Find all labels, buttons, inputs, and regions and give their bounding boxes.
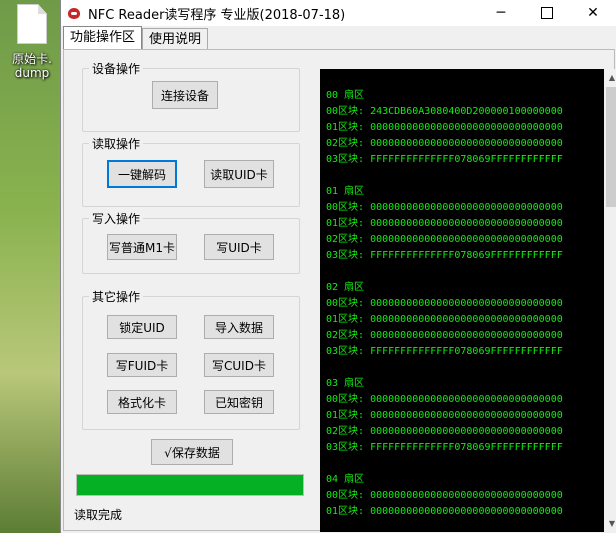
device-group: 设备操作 连接设备 [82, 60, 300, 132]
console-line: 00 扇区 [326, 90, 365, 101]
progress-bar [76, 474, 304, 496]
file-icon [17, 4, 47, 44]
tab-functions[interactable]: 功能操作区 [63, 26, 143, 51]
console-line: 03区块: FFFFFFFFFFFFFF078069FFFFFFFFFFFF [326, 250, 563, 261]
console-lines: 00 扇区 00区块: 243CDB60A3080400D200000100000… [326, 88, 608, 520]
console-line: 00区块: 00000000000000000000000000000000 [326, 394, 563, 405]
console-line: 01区块: 00000000000000000000000000000000 [326, 218, 563, 229]
console-line: 01区块: 00000000000000000000000000000000 [326, 506, 563, 517]
console-line: 02 扇区 [326, 282, 365, 293]
desktop-file-label: 原始卡. dump [12, 52, 52, 80]
device-group-title: 设备操作 [89, 60, 144, 77]
connect-device-button[interactable]: 连接设备 [152, 81, 218, 109]
scroll-down-icon[interactable]: ▼ [604, 515, 616, 532]
console-line: 01区块: 00000000000000000000000000000000 [326, 314, 563, 325]
console-line: 03区块: FFFFFFFFFFFFFF078069FFFFFFFFFFFF [326, 346, 563, 357]
console-line: 03区块: FFFFFFFFFFFFFF078069FFFFFFFFFFFF [326, 442, 563, 453]
write-group-title: 写入操作 [89, 210, 144, 227]
tab-bar: 功能操作区 使用说明 [63, 26, 209, 51]
other-group-title: 其它操作 [89, 288, 144, 305]
format-card-button[interactable]: 格式化卡 [107, 390, 177, 414]
console-line: 04 扇区 [326, 474, 365, 485]
write-cuid-button[interactable]: 写CUID卡 [204, 353, 274, 377]
write-uid-button[interactable]: 写UID卡 [204, 234, 274, 260]
output-console[interactable]: 00 扇区 00区块: 243CDB60A3080400D200000100000… [320, 69, 608, 532]
console-line: 01 扇区 [326, 186, 365, 197]
write-fuid-button[interactable]: 写FUID卡 [107, 353, 177, 377]
app-window: NFC Reader读写程序 专业版(2018-07-18) ─ ✕ 功能操作区… [60, 0, 616, 533]
console-line: 01区块: 00000000000000000000000000000000 [326, 410, 563, 421]
progress-fill [77, 475, 303, 495]
title-bar: NFC Reader读写程序 专业版(2018-07-18) ─ ✕ [61, 0, 616, 26]
console-line: 02区块: 00000000000000000000000000000000 [326, 138, 563, 149]
scroll-thumb[interactable] [606, 87, 616, 207]
known-keys-button[interactable]: 已知密钥 [204, 390, 274, 414]
maximize-icon [541, 7, 553, 19]
read-group-title: 读取操作 [89, 135, 144, 152]
console-line: 00区块: 243CDB60A3080400D200000100000000 [326, 106, 563, 117]
console-line: 02区块: 00000000000000000000000000000000 [326, 234, 563, 245]
console-line: 00区块: 00000000000000000000000000000000 [326, 490, 563, 501]
console-line: 00区块: 00000000000000000000000000000000 [326, 298, 563, 309]
status-text: 读取完成 [74, 508, 123, 522]
tab-instructions[interactable]: 使用说明 [142, 28, 209, 51]
import-data-button[interactable]: 导入数据 [204, 315, 274, 339]
console-line: 01区块: 00000000000000000000000000000000 [326, 122, 563, 133]
one-click-decode-button[interactable]: 一键解码 [107, 160, 177, 188]
app-logo-icon [66, 5, 82, 21]
write-group: 写入操作 写普通M1卡 写UID卡 [82, 210, 300, 274]
function-panel: 设备操作 连接设备 读取操作 一键解码 读取UID卡 写入操作 写普通M1卡 写… [63, 49, 616, 532]
desktop-file-icon[interactable]: 原始卡. dump [10, 4, 54, 80]
console-line: 02区块: 00000000000000000000000000000000 [326, 426, 563, 437]
console-line: 02区块: 00000000000000000000000000000000 [326, 330, 563, 341]
maximize-button[interactable] [524, 0, 570, 26]
lock-uid-button[interactable]: 锁定UID [107, 315, 177, 339]
read-uid-button[interactable]: 读取UID卡 [204, 160, 274, 188]
close-button[interactable]: ✕ [570, 0, 616, 26]
console-line: 03 扇区 [326, 378, 365, 389]
read-group: 读取操作 一键解码 读取UID卡 [82, 135, 300, 207]
console-scrollbar[interactable]: ▲ ▼ [604, 69, 616, 532]
console-line: 03区块: FFFFFFFFFFFFFF078069FFFFFFFFFFFF [326, 154, 563, 165]
console-line: 00区块: 00000000000000000000000000000000 [326, 202, 563, 213]
scroll-up-icon[interactable]: ▲ [604, 69, 616, 86]
other-group: 其它操作 锁定UID 导入数据 写FUID卡 写CUID卡 格式化卡 已知密钥 [82, 288, 300, 430]
write-m1-button[interactable]: 写普通M1卡 [107, 234, 177, 260]
save-data-button[interactable]: √保存数据 [151, 439, 233, 465]
window-title: NFC Reader读写程序 专业版(2018-07-18) [88, 7, 346, 23]
minimize-button[interactable]: ─ [478, 0, 524, 26]
